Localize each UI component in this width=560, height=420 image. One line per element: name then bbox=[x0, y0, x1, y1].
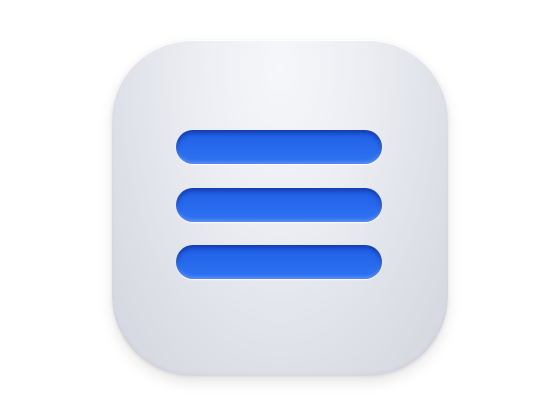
menu-line-top bbox=[176, 130, 382, 164]
menu-line-bottom bbox=[176, 245, 382, 279]
canvas bbox=[0, 0, 560, 420]
menu-line-middle bbox=[176, 188, 382, 222]
menu-lines-icon bbox=[112, 40, 448, 376]
